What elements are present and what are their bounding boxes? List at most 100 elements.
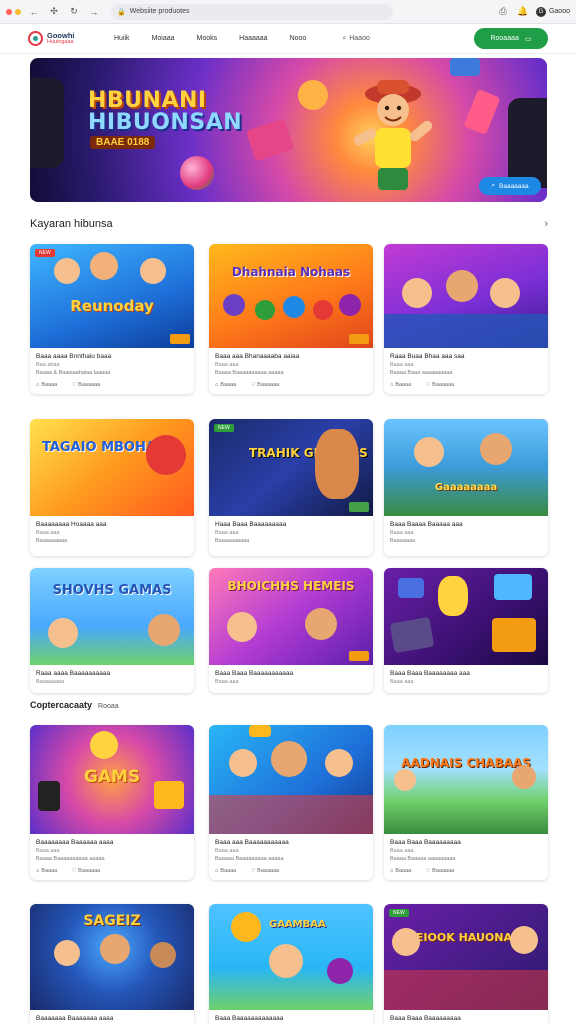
game-card[interactable]: Raaa Buaa Bhaa aaa saa Baaa aaa Baaaa Ba… xyxy=(384,244,548,394)
play-action[interactable]: ⌂ Baaaa xyxy=(390,382,411,388)
nav-item-4[interactable]: Haaaaaa xyxy=(239,35,267,42)
card-subtitle: Baaa aaa xyxy=(215,679,239,685)
forward-icon[interactable]: → xyxy=(87,5,101,19)
card-title: Baaa Baaa Baaaaaaaaaaa xyxy=(215,670,294,677)
profile-menu[interactable]: G Gaooo xyxy=(535,6,570,17)
emoji-face xyxy=(231,912,261,942)
search-link[interactable]: ⌕ Haaoo xyxy=(342,35,370,43)
heart-icon: ♡ xyxy=(425,382,431,388)
nav-item-3[interactable]: Mooks xyxy=(197,35,218,42)
share-action[interactable]: ♡ Baaaaaa xyxy=(250,382,279,388)
share-action[interactable]: ♡ Baaaaaa xyxy=(71,868,100,874)
card-subtitle: Baa ahaa xyxy=(36,362,60,368)
game-thumbnail: GAAMBAA xyxy=(209,904,373,1010)
character xyxy=(402,278,432,308)
game-item xyxy=(492,618,536,652)
card-description: Baaaaaaaaaa xyxy=(215,538,250,544)
chevron-right-icon[interactable]: › xyxy=(544,218,548,230)
share-action[interactable]: ♡ Baaaaaa xyxy=(71,382,100,388)
character xyxy=(283,296,305,318)
game-item xyxy=(398,578,424,598)
corner-tag xyxy=(349,502,369,512)
game-card[interactable]: Baaa aaa Baaaaaaaaaaa Baaa aaa Baaaaa Ba… xyxy=(209,725,373,880)
game-card[interactable]: Gaaaaaaaa Baaa Baaaa Baaaaa aaa Baaa aaa… xyxy=(384,419,548,556)
game-card[interactable]: BHOICHHS HEMEIS Baaa Baaa Baaaaaaaaaaa B… xyxy=(209,568,373,693)
nav-item-2[interactable]: Moiaaa xyxy=(152,35,175,42)
character xyxy=(510,926,538,954)
corner-tag xyxy=(349,651,369,661)
play-action[interactable]: ⌂ Baaaa xyxy=(390,868,411,874)
game-card[interactable]: GAAMBAA Baaa Baaaaaaaaaaaaa xyxy=(209,904,373,1024)
card-description: Baaaa Baaa aaaaaaaaaa xyxy=(390,370,453,376)
card-title: Baaa aaa Baaaaaaaaaaa xyxy=(215,839,289,846)
heart-icon: ♡ xyxy=(71,868,77,874)
avatar: G xyxy=(535,6,546,17)
game-thumbnail: Gaaaaaaaa xyxy=(384,419,548,516)
game-card[interactable]: SAGEIZ Baaaaaaa Baaaaaaa aaaa xyxy=(30,904,194,1024)
game-card[interactable]: NEW TRAHIK GBAJINES Haaa Baaa Baaaaaaaaa… xyxy=(209,419,373,556)
game-card[interactable]: SHOVHS GAMAS Raaa aaaa Baaaaaaaaaa Baaaa… xyxy=(30,568,194,693)
notification-icon[interactable]: 🔔 xyxy=(516,5,530,19)
hero-banner[interactable]: HBUNANI HIBUONSAN BAAE 0188 ⌕ Baaaaaaa xyxy=(30,58,547,202)
character xyxy=(394,769,416,791)
character xyxy=(146,435,186,475)
header-cta-button[interactable]: Rooaaaa ▭ xyxy=(474,28,548,49)
character xyxy=(414,437,444,467)
game-card[interactable]: TAGAIO MBOHAKE Baaaaaaaa Hoaaaa aaa Baaa… xyxy=(30,419,194,556)
card-title: Baaa aaaa Bnnthaiu baaa xyxy=(36,353,112,360)
nav-item-1[interactable]: Huiik xyxy=(114,35,130,42)
thumbnail-title: Gaaaaaaaa xyxy=(434,482,498,493)
share-action[interactable]: ♡ Baaaaaa xyxy=(425,382,454,388)
thumbnail-title: BHOICHHS HEMEIS xyxy=(227,579,355,593)
character xyxy=(480,433,512,465)
site-logo[interactable]: Goowhi Huuingaaa xyxy=(28,31,114,46)
hero-cta-label: Baaaaaaa xyxy=(499,182,529,190)
heart-icon: ♡ xyxy=(71,382,77,388)
game-card[interactable]: Baaa Baaa Baaaaaaaa aaa Baaa aaa xyxy=(384,568,548,693)
gamepad-icon: ⌂ xyxy=(36,868,40,874)
character xyxy=(271,741,307,777)
card-title: Baaa Baaa Baaaaaaaaa xyxy=(390,1015,461,1022)
url-text: Websiite produotes xyxy=(129,8,190,15)
browser-toolbar: ← ✣ ↻ → 🔒 Websiite produotes ⎙ 🔔 G Gaooo xyxy=(0,0,576,24)
nav-item-5[interactable]: Nooo xyxy=(290,35,307,42)
share-action[interactable]: ♡ Baaaaaa xyxy=(250,868,279,874)
play-action[interactable]: ⌂ Baaaa xyxy=(36,868,57,874)
game-thumbnail xyxy=(384,244,548,348)
address-bar[interactable]: 🔒 Websiite produotes xyxy=(111,3,393,20)
emoji-face xyxy=(90,731,118,759)
thumbnail-title: Reunoday xyxy=(70,297,154,315)
card-subtitle: Baaa aaa xyxy=(390,530,414,536)
extensions-icon[interactable]: ✣ xyxy=(47,5,61,19)
card-title: Baaa Baaaa Baaaaa aaa xyxy=(390,521,463,528)
game-card[interactable]: GAMS Baaaaaaaa Baaaaaa aaaa Baaa aaa Baa… xyxy=(30,725,194,880)
game-thumbnail xyxy=(384,568,548,665)
card-description: Baaaa Baaaaaaaaaa aaaaa xyxy=(36,856,105,862)
character xyxy=(54,940,80,966)
section-title: Kayaran hibunsa xyxy=(30,218,113,230)
hero-cta-button[interactable]: ⌕ Baaaaaaa xyxy=(479,177,541,195)
share-action[interactable]: ♡ Baaaaaa xyxy=(425,868,454,874)
card-description: Baaaa & Baaiaaahaiaa laaaaa xyxy=(36,370,111,376)
character xyxy=(100,934,130,964)
card-subtitle: Baaa aaa xyxy=(215,362,239,368)
card-title: Baaa Baaa Baaaaaaaaa xyxy=(390,839,461,846)
back-icon[interactable]: ← xyxy=(27,5,41,19)
play-action[interactable]: ⌂ Baaaa xyxy=(36,382,57,388)
close-window-icon[interactable] xyxy=(6,8,12,15)
speaker-left xyxy=(30,78,64,168)
search-icon: ⌕ xyxy=(491,182,495,189)
game-card[interactable]: NEW Reunoday Baaa aaaa Bnnthaiu baaa Baa… xyxy=(30,244,194,394)
game-card[interactable]: Dhahnaia Nohaas Baaa aaa Bhanaaaaba aaia… xyxy=(209,244,373,394)
minimize-window-icon[interactable] xyxy=(15,8,21,15)
card-title: Baaaaaaaa Hoaaaa aaa xyxy=(36,521,107,528)
reload-icon[interactable]: ↻ xyxy=(67,5,81,19)
play-action[interactable]: ⌂ Baaaa xyxy=(215,868,236,874)
section-2-subheading[interactable]: Rooaa xyxy=(98,703,119,710)
game-thumbnail: NEW SEIOOK HAUONAIS xyxy=(384,904,548,1010)
game-card[interactable]: AADNAIS CHABAAS Baaa Baaa Baaaaaaaaa Baa… xyxy=(384,725,548,880)
game-card[interactable]: NEW SEIOOK HAUONAIS Baaa Baaa Baaaaaaaaa xyxy=(384,904,548,1024)
character xyxy=(150,942,176,968)
play-action[interactable]: ⌂ Baaaa xyxy=(215,382,236,388)
share-icon[interactable]: ⎙ xyxy=(496,5,510,19)
